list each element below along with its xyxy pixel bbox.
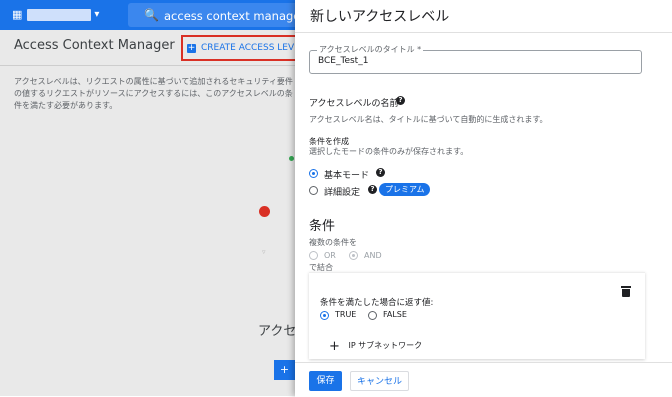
add-ip-subnetwork-button[interactable]: + IP サブネットワーク: [329, 339, 422, 354]
create-access-level-button[interactable]: + CREATE ACCESS LEVEL: [181, 35, 313, 61]
basic-mode-radio[interactable]: [309, 169, 318, 178]
and-radio[interactable]: [349, 251, 358, 260]
and-label: AND: [364, 251, 382, 260]
title-field-value: BCE_Test_1: [318, 56, 369, 66]
divider: [295, 32, 672, 33]
search-icon: 🔍: [144, 8, 159, 22]
panel-title: 新しいアクセスレベル: [310, 9, 450, 25]
help-icon[interactable]: ?: [376, 168, 385, 177]
access-context-manager-page: Access Context Manager + CREATE ACCESS L…: [0, 30, 322, 396]
advanced-mode-radio[interactable]: [309, 186, 318, 195]
return-value-label: 条件を満たした場合に返す値:: [320, 298, 434, 308]
ip-subnetwork-label: IP サブネットワーク: [348, 341, 423, 350]
help-icon[interactable]: ?: [368, 185, 377, 194]
new-access-level-panel: 新しいアクセスレベル アクセスレベルのタイトル * BCE_Test_1 アクセ…: [295, 0, 672, 397]
help-icon[interactable]: ?: [396, 96, 405, 105]
chevron-down-icon: ▾: [94, 9, 100, 20]
true-label: TRUE: [335, 310, 357, 319]
page-description: アクセスレベルは、リクエストの属性に基づいて追加されるセキュリティ要件の値するリ…: [14, 77, 293, 110]
divider: [0, 65, 295, 66]
project-selector[interactable]: ▦ ▾: [12, 8, 99, 21]
panel-footer: 保存 キャンセル: [295, 362, 672, 397]
plus-icon: +: [329, 339, 340, 354]
premium-badge: プレミアム: [379, 183, 431, 196]
or-label: OR: [324, 251, 336, 260]
title-field-label: アクセスレベルのタイトル *: [317, 44, 424, 55]
condition-card: 条件を満たした場合に返す値: TRUE FALSE + IP サブネットワーク: [309, 272, 645, 359]
illustration-mark: ▿: [262, 248, 266, 256]
true-radio[interactable]: [320, 311, 329, 320]
illustration-dot-green: [289, 156, 294, 161]
false-label: FALSE: [383, 310, 407, 319]
search-input[interactable]: 🔍 access context manager: [128, 3, 318, 27]
condition-create-hint: 選択したモードの条件のみが保存されます。: [309, 147, 469, 156]
search-text: access context manager: [164, 9, 306, 23]
basic-mode-label: 基本モード: [324, 171, 370, 181]
project-name: [27, 8, 92, 21]
create-access-level-label: CREATE ACCESS LEVEL: [201, 43, 305, 53]
illustration-dot-red: [259, 206, 270, 217]
save-button[interactable]: 保存: [309, 371, 342, 391]
project-icon: ▦: [12, 8, 23, 21]
access-level-name-heading: アクセスレベルの名前: [309, 99, 399, 109]
cancel-button[interactable]: キャンセル: [350, 371, 409, 391]
false-radio[interactable]: [368, 311, 377, 320]
page-title: Access Context Manager: [14, 38, 175, 53]
combine-label: 複数の条件を: [309, 238, 357, 247]
plus-icon: +: [187, 42, 196, 53]
or-radio[interactable]: [309, 251, 318, 260]
conditions-heading: 条件: [309, 219, 336, 234]
advanced-mode-label: 詳細設定: [324, 188, 361, 198]
access-level-title-field[interactable]: アクセスレベルのタイトル * BCE_Test_1: [309, 44, 642, 74]
access-level-name-hint: アクセスレベル名は、タイトルに基づいて自動的に生成されます。: [309, 115, 548, 124]
trash-icon[interactable]: [621, 286, 631, 297]
empty-state-button[interactable]: +: [274, 360, 295, 380]
